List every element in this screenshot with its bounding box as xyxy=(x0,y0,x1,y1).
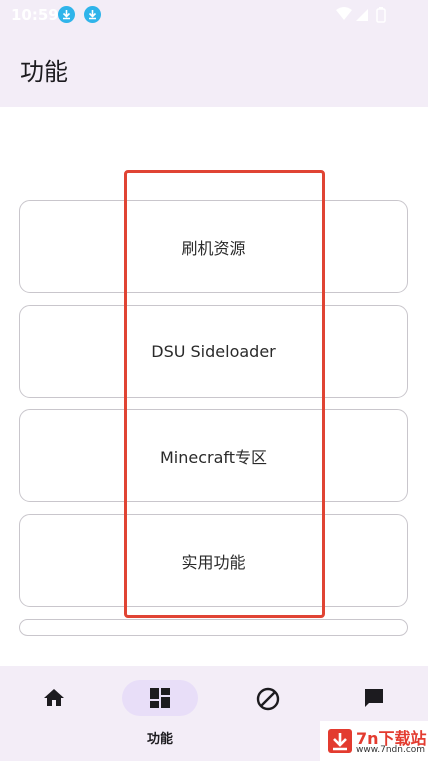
download-notification-icon xyxy=(84,6,101,23)
status-time: 10:59 xyxy=(11,6,59,24)
watermark-url: www.7ndn.com xyxy=(356,745,426,755)
top-app-bar: 功能 xyxy=(0,30,428,107)
nav-blocked[interactable] xyxy=(227,680,307,750)
dashboard-icon xyxy=(150,688,170,708)
download-notification-icon xyxy=(58,6,75,23)
card-label: 刷机资源 xyxy=(181,238,246,258)
block-icon xyxy=(256,687,280,711)
card-flash-resources[interactable]: 刷机资源 xyxy=(19,200,408,293)
card-label: 实用功能 xyxy=(181,552,246,572)
home-icon xyxy=(44,689,64,706)
nav-functions-label: 功能 xyxy=(146,732,173,747)
battery-icon xyxy=(376,8,386,23)
wifi-icon xyxy=(336,7,352,20)
status-bar: 10:59 xyxy=(0,0,428,30)
card-partial[interactable] xyxy=(19,619,408,636)
download-arrow-icon xyxy=(328,729,352,753)
card-utilities[interactable]: 实用功能 xyxy=(19,514,408,607)
card-label: DSU Sideloader xyxy=(151,342,276,361)
system-icons xyxy=(336,6,396,28)
watermark-logo: 7n下载站 www.7ndn.com xyxy=(320,721,428,761)
nav-functions[interactable]: 功能 xyxy=(118,680,198,750)
chat-icon xyxy=(365,689,383,707)
cellular-icon xyxy=(356,9,368,21)
card-label: Minecraft专区 xyxy=(159,447,268,467)
page-title: 功能 xyxy=(20,58,68,86)
card-dsu-sideloader[interactable]: DSU Sideloader xyxy=(19,305,408,398)
card-minecraft[interactable]: Minecraft专区 xyxy=(19,409,408,502)
nav-home[interactable] xyxy=(14,680,94,750)
